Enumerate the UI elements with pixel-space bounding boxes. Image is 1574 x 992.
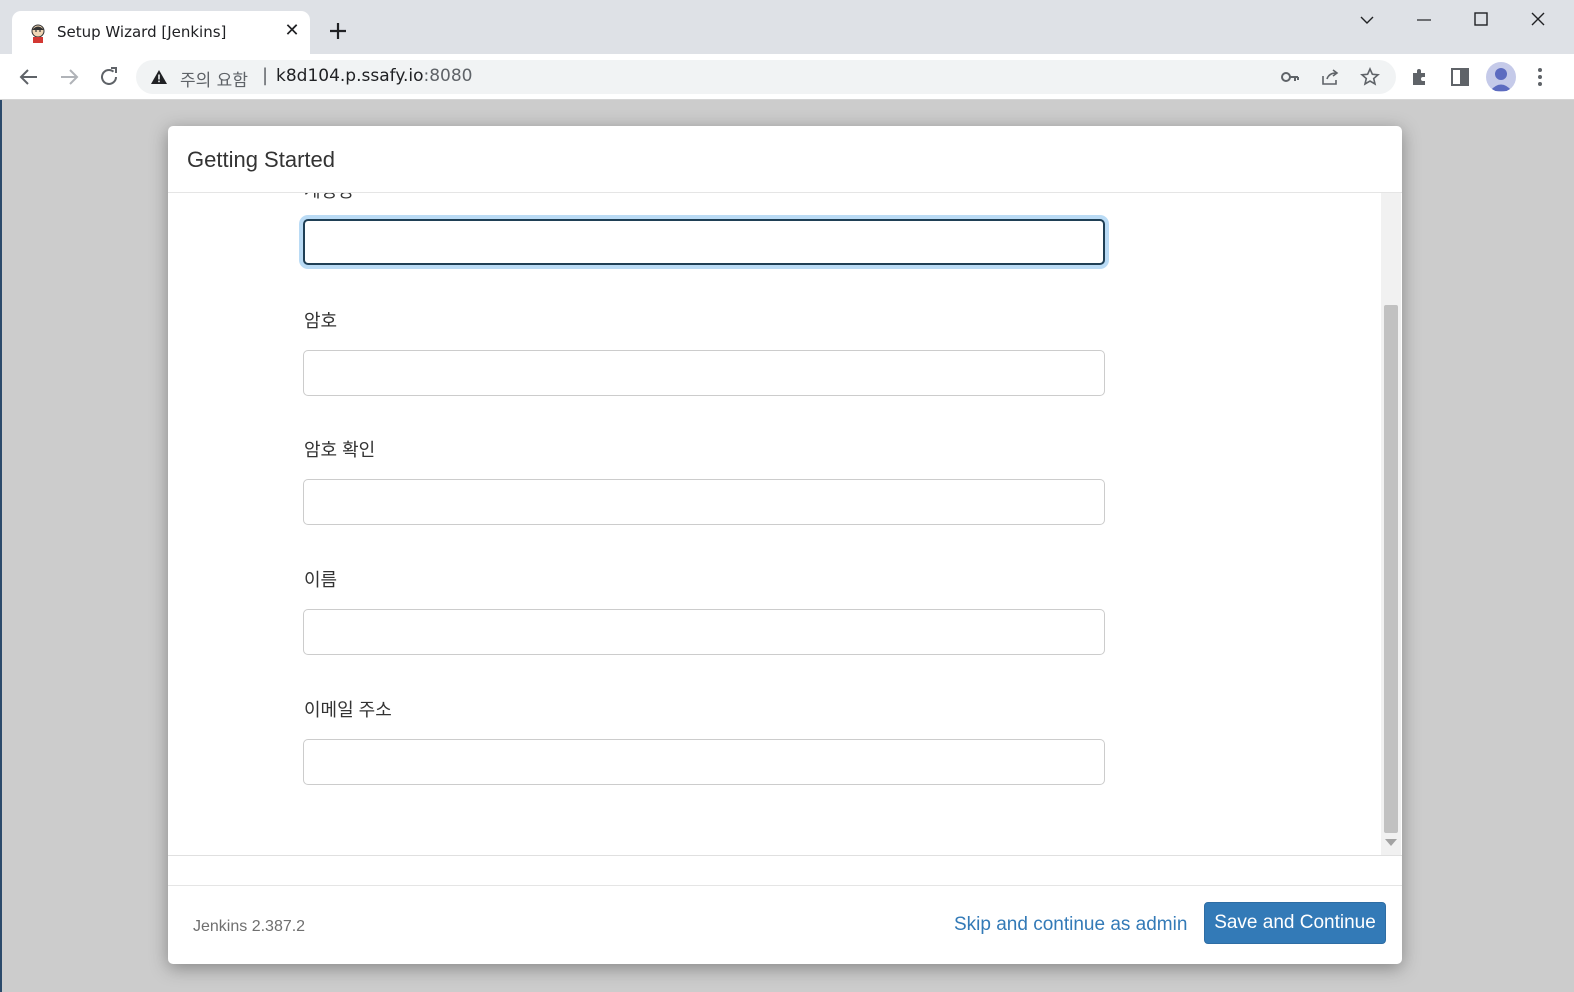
jenkins-butler-icon [31,24,45,43]
address-bar[interactable]: 주의 요함 | k8d104.p.ssafy.io:8080 [136,60,1396,94]
back-arrow-icon[interactable] [17,65,41,89]
username-input[interactable] [303,219,1105,265]
omnibox-separator: | [262,65,269,86]
extensions-icon[interactable] [1408,65,1432,89]
person-icon [1490,68,1512,91]
url-host: k8d104.p.ssafy.io [276,66,424,86]
body-divider [168,855,1402,856]
scrollbar[interactable] [1381,193,1401,855]
password-input[interactable] [303,350,1105,396]
skip-continue-as-admin-link[interactable]: Skip and continue as admin [954,914,1187,936]
window-edge [0,0,2,992]
tab-close-icon[interactable]: ✕ [282,21,302,41]
username-label: 계정명 [304,193,354,203]
forward-arrow-icon[interactable] [57,65,81,89]
browser-toolbar: 주의 요함 | k8d104.p.ssafy.io:8080 [0,54,1574,100]
share-icon[interactable] [1320,67,1340,87]
full-name-label: 이름 [304,570,338,590]
warning-icon[interactable] [150,69,168,85]
dialog-body[interactable]: 계정명 암호 암호 확인 이름 이메일 주소 [168,193,1402,855]
close-window-icon[interactable] [1523,8,1553,32]
email-input[interactable] [303,739,1105,785]
password-confirm-input[interactable] [303,479,1105,525]
dialog-header: Getting Started [168,126,1402,193]
email-label: 이메일 주소 [304,700,392,720]
star-icon[interactable] [1360,67,1380,87]
side-panel-icon[interactable] [1448,65,1472,89]
scrollbar-thumb[interactable] [1384,305,1398,833]
new-tab-icon[interactable] [326,19,350,43]
maximize-icon[interactable] [1466,8,1496,32]
scroll-down-arrow-icon[interactable] [1385,839,1397,846]
jenkins-version: Jenkins 2.387.2 [193,918,306,935]
reload-icon[interactable] [97,65,121,89]
kebab-menu-icon[interactable] [1528,65,1552,89]
url-port: :8080 [423,66,473,86]
dialog-footer: Jenkins 2.387.2 Skip and continue as adm… [168,885,1402,964]
tab-search-chevron-icon[interactable] [1352,8,1382,32]
profile-avatar-icon[interactable] [1486,62,1516,92]
setup-wizard-dialog: Getting Started 계정명 암호 암호 확인 이름 이메일 주소 J… [168,126,1402,964]
browser-tab[interactable]: Setup Wizard [Jenkins] ✕ [12,11,310,54]
minimize-icon[interactable] [1409,8,1439,32]
full-name-input[interactable] [303,609,1105,655]
tab-strip: Setup Wizard [Jenkins] ✕ [0,0,1574,54]
url-text[interactable]: k8d104.p.ssafy.io:8080 [276,66,472,86]
security-label[interactable]: 주의 요함 [180,66,248,91]
password-confirm-label: 암호 확인 [304,440,376,460]
tab-title: Setup Wizard [Jenkins] [57,23,227,41]
save-and-continue-button[interactable]: Save and Continue [1204,902,1386,944]
dialog-title: Getting Started [187,147,335,172]
key-icon[interactable] [1280,67,1300,87]
password-label: 암호 [304,311,338,331]
